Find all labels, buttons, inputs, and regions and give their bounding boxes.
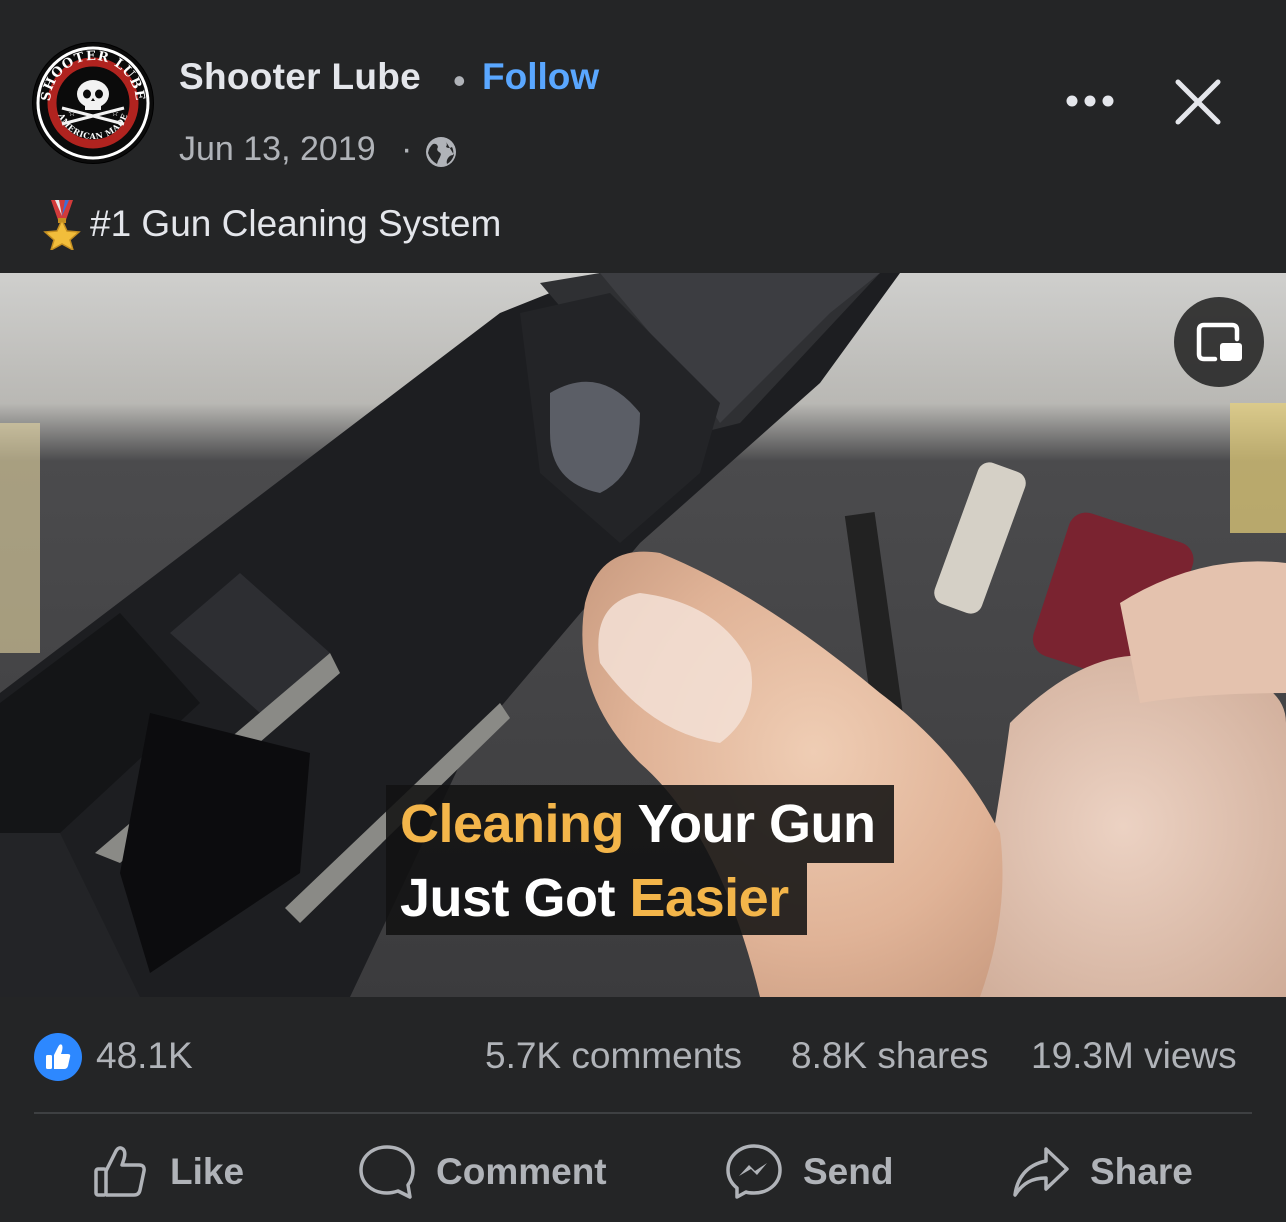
date-separator: · <box>401 130 413 168</box>
military-medal-icon <box>43 200 81 250</box>
post-header: SHOOTER LUBE AMERICAN MADE ☆ ☆ Shooter L… <box>0 0 1286 273</box>
thumbs-up-filled-icon <box>46 1044 71 1069</box>
video-subtitle-line-1: Cleaning Your Gun <box>386 785 894 863</box>
post-action-bar: Like Comment Send Share <box>0 1114 1286 1222</box>
post-caption: #1 Gun Cleaning System <box>42 198 501 250</box>
like-reaction-badge[interactable] <box>34 1033 82 1081</box>
globe-icon <box>426 137 456 167</box>
view-count: 19.3M views <box>1031 1035 1237 1076</box>
svg-text:☆: ☆ <box>68 109 76 119</box>
send-button[interactable]: Send <box>725 1142 893 1202</box>
like-count[interactable]: 48.1K <box>96 1035 193 1077</box>
comment-label: Comment <box>436 1151 607 1192</box>
picture-in-picture-icon <box>1196 322 1242 362</box>
comment-icon <box>359 1145 415 1199</box>
comment-button[interactable]: Comment <box>358 1142 607 1202</box>
more-horizontal-icon[interactable] <box>1062 84 1118 118</box>
caption-text: #1 Gun Cleaning System <box>90 203 502 244</box>
page-name[interactable]: Shooter Lube <box>179 56 421 98</box>
subtitle-accent-word: Cleaning <box>400 794 625 854</box>
svg-text:☆: ☆ <box>111 109 119 119</box>
post-timestamp[interactable]: Jun 13, 2019 <box>179 130 376 169</box>
subtitle-text: Your Gun <box>624 794 876 854</box>
close-icon[interactable] <box>1172 76 1224 128</box>
subtitle-accent-word: Easier <box>629 868 790 928</box>
send-label: Send <box>803 1151 894 1192</box>
page-avatar[interactable]: SHOOTER LUBE AMERICAN MADE ☆ ☆ <box>32 42 154 164</box>
comment-count[interactable]: 5.7K comments <box>485 1035 742 1077</box>
reaction-stats: 48.1K 5.7K comments 8.8K shares 19.3M vi… <box>0 997 1286 1113</box>
subtitle-text: Just Got <box>400 868 630 928</box>
thumbs-up-icon <box>94 1146 146 1197</box>
share-arrow-icon <box>1013 1147 1069 1197</box>
like-label: Like <box>170 1151 245 1192</box>
picture-in-picture-button[interactable] <box>1174 297 1264 387</box>
share-count[interactable]: 8.8K shares <box>791 1035 988 1077</box>
share-button[interactable]: Share <box>1012 1142 1193 1202</box>
messenger-icon <box>726 1144 782 1199</box>
like-button[interactable]: Like <box>92 1142 244 1202</box>
name-follow-separator: • <box>453 60 466 101</box>
follow-button[interactable]: Follow <box>482 56 599 98</box>
shooter-lube-logo: SHOOTER LUBE AMERICAN MADE ☆ ☆ <box>33 43 153 163</box>
video-subtitle-line-2: Just Got Easier <box>386 863 807 935</box>
share-label: Share <box>1090 1151 1193 1192</box>
